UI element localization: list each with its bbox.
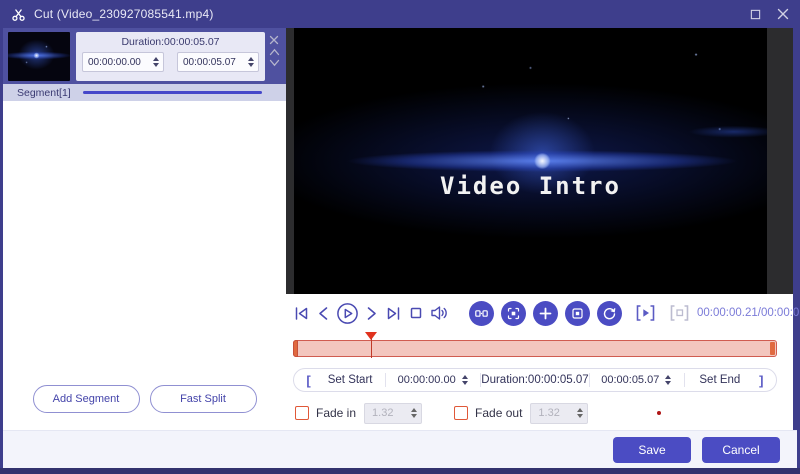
- delete-segment-icon[interactable]: [269, 35, 279, 45]
- segment-label: Segment[1]: [17, 86, 71, 99]
- video-frame: Video Intro: [294, 28, 767, 294]
- maximize-button[interactable]: [748, 7, 762, 21]
- start-time-spinner[interactable]: [461, 375, 469, 385]
- end-time-spinner[interactable]: [664, 375, 672, 385]
- playback-time-display: 00:00:00.21/00:00:05.07: [697, 307, 800, 319]
- cancel-button[interactable]: Cancel: [702, 436, 780, 463]
- snapshot-button[interactable]: [501, 300, 526, 326]
- stop-icon[interactable]: [409, 306, 423, 320]
- segment-progress-line: [82, 91, 262, 94]
- segment-end-time-input[interactable]: 00:00:05.07: [177, 52, 259, 72]
- red-dot-indicator: [657, 411, 661, 415]
- segment-end-time-value: 00:00:05.07: [183, 56, 236, 68]
- segment-start-time-input[interactable]: 00:00:00.00: [82, 52, 164, 72]
- copy-button[interactable]: [565, 300, 590, 326]
- fade-out-checkbox[interactable]: [454, 406, 469, 420]
- fade-in-label: Fade in: [316, 406, 357, 420]
- add-segment-button[interactable]: Add Segment: [32, 385, 140, 413]
- fade-out-duration-value: 1.32: [538, 407, 560, 419]
- end-time-input[interactable]: 00:00:05.07: [590, 374, 684, 386]
- set-start-button[interactable]: Set Start: [315, 374, 385, 386]
- segments-list-empty-area: [3, 101, 286, 385]
- segment-start-spinner[interactable]: [152, 57, 160, 67]
- titlebar: Cut (Video_230927085541.mp4): [0, 0, 800, 28]
- window-title: Cut (Video_230927085541.mp4): [34, 7, 214, 21]
- stop-segment-button[interactable]: [669, 304, 690, 322]
- timeline: [293, 332, 777, 358]
- close-button[interactable]: [776, 7, 790, 21]
- fade-out-duration-input: 1.32: [530, 402, 589, 424]
- skip-start-icon[interactable]: [293, 305, 310, 322]
- bracket-open: [: [306, 372, 311, 388]
- start-time-input[interactable]: 00:00:00.00: [386, 374, 480, 386]
- skip-end-icon[interactable]: [385, 305, 402, 322]
- add-button[interactable]: [533, 300, 558, 326]
- set-end-button[interactable]: Set End: [685, 374, 755, 386]
- end-time-value: 00:00:05.07: [601, 374, 660, 386]
- fade-in-checkbox[interactable]: [295, 406, 309, 420]
- fade-out-label: Fade out: [475, 406, 523, 420]
- fade-in-duration-input: 1.32: [364, 402, 423, 424]
- segment-end-spinner[interactable]: [247, 57, 255, 67]
- start-time-value: 00:00:00.00: [397, 374, 456, 386]
- reset-button[interactable]: [597, 300, 622, 326]
- video-preview: Video Intro: [286, 28, 793, 294]
- playhead-marker[interactable]: [365, 332, 377, 358]
- segment-item[interactable]: Duration:00:00:05.07 00:00:00.00 00:00:0…: [3, 28, 286, 84]
- fast-split-button[interactable]: Fast Split: [149, 385, 257, 413]
- play-icon[interactable]: [336, 302, 359, 325]
- video-overlay-title: Video Intro: [440, 171, 621, 200]
- scissors-icon: [10, 6, 26, 22]
- trim-start-handle[interactable]: [293, 340, 298, 357]
- move-up-icon[interactable]: [269, 48, 280, 56]
- trim-duration-label: Duration:00:00:05.07: [481, 374, 589, 386]
- segments-panel: Duration:00:00:05.07 00:00:00.00 00:00:0…: [3, 28, 286, 430]
- move-down-icon[interactable]: [269, 59, 280, 67]
- segment-start-time-value: 00:00:00.00: [88, 56, 141, 68]
- fade-in-spinner: [410, 408, 418, 418]
- fade-options-row: Fade in 1.32 Fade out 1.32: [293, 401, 777, 425]
- playback-controls-area: 00:00:00.21/00:00:05.07: [286, 294, 800, 430]
- trim-settings-bar: [ Set Start 00:00:00.00 Duration:00:00:0…: [293, 368, 777, 392]
- trim-end-handle[interactable]: [770, 342, 775, 355]
- save-button[interactable]: Save: [613, 436, 691, 463]
- fade-in-duration-value: 1.32: [372, 407, 394, 419]
- segment-footer: Segment[1]: [3, 84, 286, 101]
- segment-duration-card: Duration:00:00:05.07 00:00:00.00 00:00:0…: [76, 32, 265, 81]
- segment-thumbnail[interactable]: [8, 32, 70, 81]
- segment-duration-label: Duration:00:00:05.07: [121, 36, 220, 48]
- split-button[interactable]: [469, 300, 494, 326]
- dialog-footer: Save Cancel: [3, 430, 797, 468]
- bracket-close: ]: [759, 372, 764, 388]
- window-bottom-border: [0, 468, 800, 474]
- fade-out-spinner: [576, 408, 584, 418]
- step-back-icon[interactable]: [317, 305, 329, 322]
- play-segment-button[interactable]: [635, 304, 656, 322]
- step-forward-icon[interactable]: [366, 305, 378, 322]
- volume-icon[interactable]: [430, 305, 449, 321]
- cut-dialog-window: Cut (Video_230927085541.mp4) Duration:00…: [0, 0, 800, 474]
